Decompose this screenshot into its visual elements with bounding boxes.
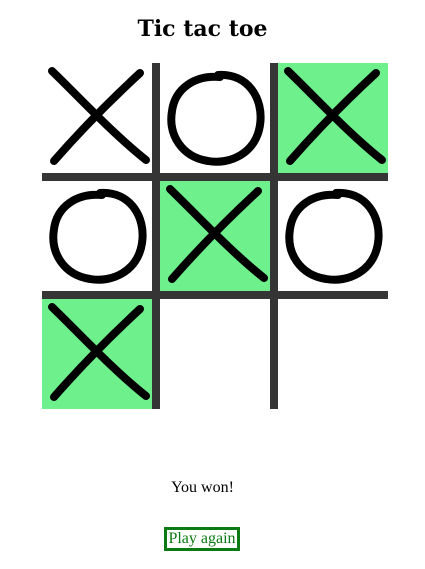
board-cell-9[interactable] [278, 299, 388, 409]
board-cell-1[interactable] [42, 63, 152, 173]
board-cell-7[interactable] [42, 299, 152, 409]
grid-line-vertical-2 [270, 63, 278, 409]
board-cell-2[interactable] [160, 63, 270, 173]
x-mark-icon [48, 303, 150, 401]
play-again-button[interactable]: Play again [164, 527, 240, 551]
board-cell-8[interactable] [160, 299, 270, 409]
o-mark-icon [49, 188, 147, 284]
o-mark-icon [285, 188, 383, 284]
x-mark-icon [166, 185, 268, 283]
board-cell-3[interactable] [278, 63, 388, 173]
o-mark-icon [167, 70, 265, 166]
grid-line-vertical-1 [152, 63, 160, 409]
game-board [42, 63, 388, 409]
grid-line-horizontal-2 [42, 291, 388, 299]
grid-line-horizontal-1 [42, 173, 388, 181]
page-title: Tic tac toe [137, 16, 268, 42]
x-mark-icon [48, 67, 150, 165]
x-mark-icon [284, 67, 386, 165]
board-cell-6[interactable] [278, 181, 388, 291]
board-cell-5[interactable] [160, 181, 270, 291]
game-status: You won! [171, 479, 234, 496]
board-cell-4[interactable] [42, 181, 152, 291]
